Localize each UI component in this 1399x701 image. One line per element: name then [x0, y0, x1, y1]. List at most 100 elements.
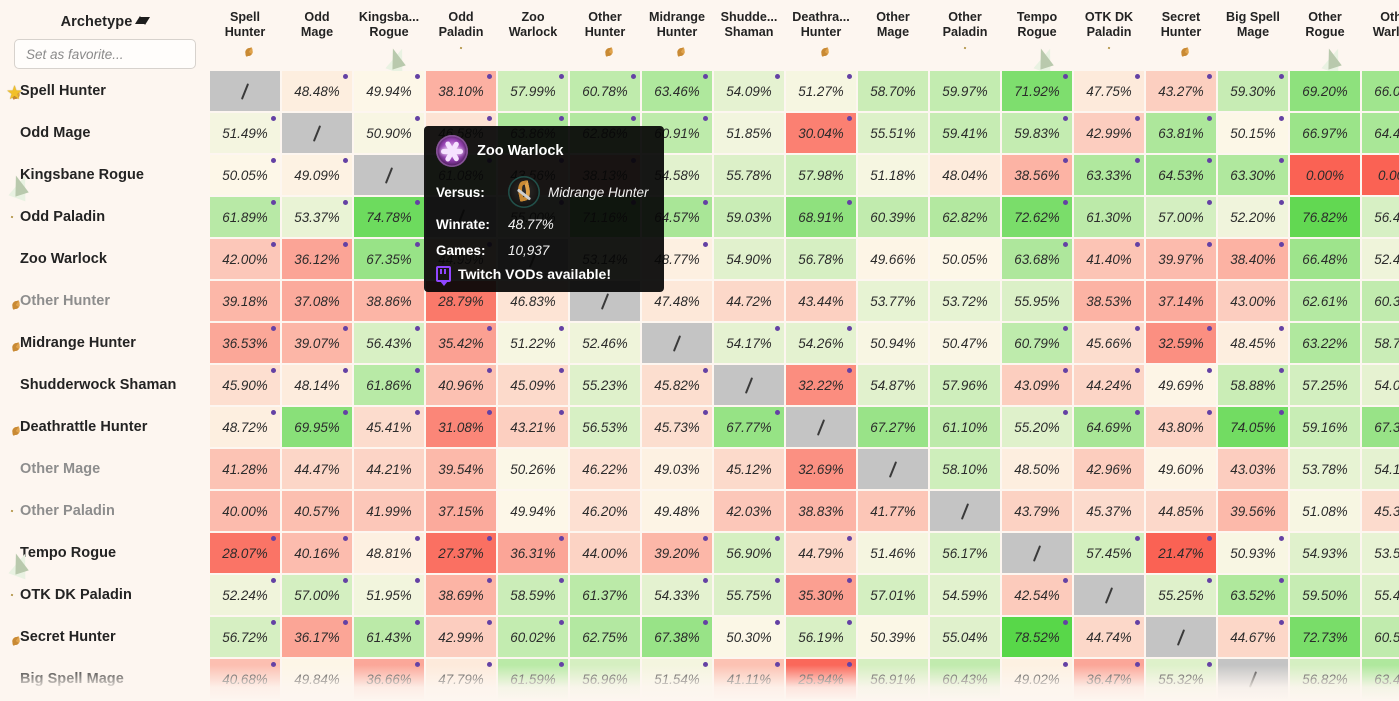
column-header-16[interactable]: OtherWarlock	[1362, 2, 1399, 69]
winrate-cell[interactable]: 50.94%	[858, 323, 928, 363]
winrate-cell[interactable]: 37.14%	[1146, 281, 1216, 321]
winrate-cell[interactable]: 54.26%	[786, 323, 856, 363]
column-header-5[interactable]: Other Hunter	[570, 2, 640, 69]
winrate-cell[interactable]: 49.66%	[858, 239, 928, 279]
archetype-sort-header[interactable]: Archetype	[14, 14, 196, 30]
winrate-cell[interactable]: 36.12%	[282, 239, 352, 279]
winrate-cell[interactable]: 52.20%	[1218, 197, 1288, 237]
sort-arrows-icon[interactable]	[135, 15, 151, 27]
winrate-cell[interactable]: 60.37%	[1362, 281, 1399, 321]
winrate-cell[interactable]: 51.08%	[1290, 491, 1360, 531]
winrate-cell[interactable]: 45.09%	[498, 365, 568, 405]
winrate-cell[interactable]: 50.47%	[930, 323, 1000, 363]
winrate-cell[interactable]: 41.11%	[714, 659, 784, 699]
winrate-cell[interactable]: 51.46%	[858, 533, 928, 573]
row-header-9[interactable]: Other Mage	[2, 449, 208, 489]
winrate-cell[interactable]: 59.50%	[1290, 575, 1360, 615]
winrate-cell[interactable]: 61.89%	[210, 197, 280, 237]
winrate-cell[interactable]: 64.53%	[1146, 155, 1216, 195]
winrate-cell[interactable]: 67.38%	[1362, 407, 1399, 447]
winrate-cell[interactable]: 38.86%	[354, 281, 424, 321]
winrate-cell[interactable]: 54.90%	[714, 239, 784, 279]
winrate-cell[interactable]: 60.78%	[570, 71, 640, 111]
winrate-cell[interactable]: 59.41%	[930, 113, 1000, 153]
winrate-cell[interactable]: 64.43%	[1362, 113, 1399, 153]
winrate-cell[interactable]: 56.96%	[570, 659, 640, 699]
row-header-12[interactable]: OTK DK Paladin	[2, 575, 208, 615]
winrate-cell[interactable]: 44.24%	[1074, 365, 1144, 405]
winrate-cell[interactable]: 67.38%	[642, 617, 712, 657]
winrate-cell[interactable]: 56.78%	[786, 239, 856, 279]
winrate-cell[interactable]: 36.47%	[1074, 659, 1144, 699]
winrate-cell[interactable]: 54.93%	[1290, 533, 1360, 573]
winrate-cell[interactable]: 69.20%	[1290, 71, 1360, 111]
winrate-cell[interactable]: 56.49%	[1362, 197, 1399, 237]
winrate-cell[interactable]: 38.69%	[426, 575, 496, 615]
column-header-0[interactable]: Spell Hunter	[210, 2, 280, 69]
winrate-cell[interactable]: 39.97%	[1146, 239, 1216, 279]
winrate-cell[interactable]: 43.80%	[1146, 407, 1216, 447]
winrate-cell[interactable]: 63.52%	[1218, 575, 1288, 615]
winrate-cell[interactable]: 38.10%	[426, 71, 496, 111]
set-favorite-input[interactable]	[14, 39, 196, 69]
winrate-cell[interactable]: 55.04%	[930, 617, 1000, 657]
winrate-cell[interactable]: 37.15%	[426, 491, 496, 531]
winrate-cell[interactable]: 30.04%	[786, 113, 856, 153]
mirror-cell[interactable]	[858, 449, 928, 489]
winrate-cell[interactable]: 72.62%	[1002, 197, 1072, 237]
winrate-cell[interactable]: 43.00%	[1218, 281, 1288, 321]
column-header-14[interactable]: Big Spell Mage	[1218, 2, 1288, 69]
winrate-cell[interactable]: 54.12%	[1362, 449, 1399, 489]
winrate-cell[interactable]: 66.07%	[1362, 71, 1399, 111]
winrate-cell[interactable]: 49.02%	[1002, 659, 1072, 699]
winrate-cell[interactable]: 40.16%	[282, 533, 352, 573]
mirror-cell[interactable]	[786, 407, 856, 447]
winrate-cell[interactable]: 43.44%	[786, 281, 856, 321]
winrate-cell[interactable]: 46.22%	[570, 449, 640, 489]
winrate-cell[interactable]: 44.85%	[1146, 491, 1216, 531]
winrate-cell[interactable]: 62.75%	[570, 617, 640, 657]
winrate-cell[interactable]: 49.09%	[282, 155, 352, 195]
winrate-cell[interactable]: 58.10%	[930, 449, 1000, 489]
winrate-cell[interactable]: 44.00%	[570, 533, 640, 573]
winrate-cell[interactable]: 46.20%	[570, 491, 640, 531]
winrate-cell[interactable]: 42.54%	[1002, 575, 1072, 615]
winrate-cell[interactable]: 42.03%	[714, 491, 784, 531]
winrate-cell[interactable]: 63.81%	[1146, 113, 1216, 153]
winrate-cell[interactable]: 43.21%	[498, 407, 568, 447]
winrate-cell[interactable]: 43.09%	[1002, 365, 1072, 405]
winrate-cell[interactable]: 38.53%	[1074, 281, 1144, 321]
column-header-9[interactable]: Other Mage	[858, 2, 928, 69]
column-header-6[interactable]: Midrange Hunter	[642, 2, 712, 69]
winrate-cell[interactable]: 60.79%	[1002, 323, 1072, 363]
winrate-cell[interactable]: 56.82%	[1290, 659, 1360, 699]
winrate-cell[interactable]: 66.48%	[1290, 239, 1360, 279]
mirror-cell[interactable]	[930, 491, 1000, 531]
winrate-cell[interactable]: 55.51%	[858, 113, 928, 153]
winrate-cell[interactable]: 48.81%	[354, 533, 424, 573]
winrate-cell[interactable]: 71.92%	[1002, 71, 1072, 111]
winrate-cell[interactable]: 61.43%	[354, 617, 424, 657]
winrate-cell[interactable]: 67.27%	[858, 407, 928, 447]
winrate-cell[interactable]: 32.69%	[786, 449, 856, 489]
winrate-cell[interactable]: 38.56%	[1002, 155, 1072, 195]
winrate-cell[interactable]: 43.79%	[1002, 491, 1072, 531]
winrate-cell[interactable]: 52.46%	[570, 323, 640, 363]
winrate-cell[interactable]: 50.90%	[354, 113, 424, 153]
row-header-2[interactable]: Kingsbane Rogue	[2, 155, 208, 202]
winrate-cell[interactable]: 60.43%	[930, 659, 1000, 699]
winrate-cell[interactable]: 31.08%	[426, 407, 496, 447]
winrate-cell[interactable]: 50.39%	[858, 617, 928, 657]
winrate-cell[interactable]: 45.41%	[354, 407, 424, 447]
column-header-12[interactable]: OTK DK Paladin	[1074, 2, 1144, 69]
winrate-cell[interactable]: 42.99%	[1074, 113, 1144, 153]
winrate-cell[interactable]: 50.93%	[1218, 533, 1288, 573]
winrate-cell[interactable]: 60.39%	[858, 197, 928, 237]
column-header-7[interactable]: Shudde... Shaman	[714, 2, 784, 69]
winrate-cell[interactable]: 57.00%	[282, 575, 352, 615]
winrate-cell[interactable]: 49.84%	[282, 659, 352, 699]
winrate-cell[interactable]: 59.03%	[714, 197, 784, 237]
winrate-cell[interactable]: 59.16%	[1290, 407, 1360, 447]
winrate-cell[interactable]: 48.48%	[282, 71, 352, 111]
winrate-cell[interactable]: 55.75%	[714, 575, 784, 615]
